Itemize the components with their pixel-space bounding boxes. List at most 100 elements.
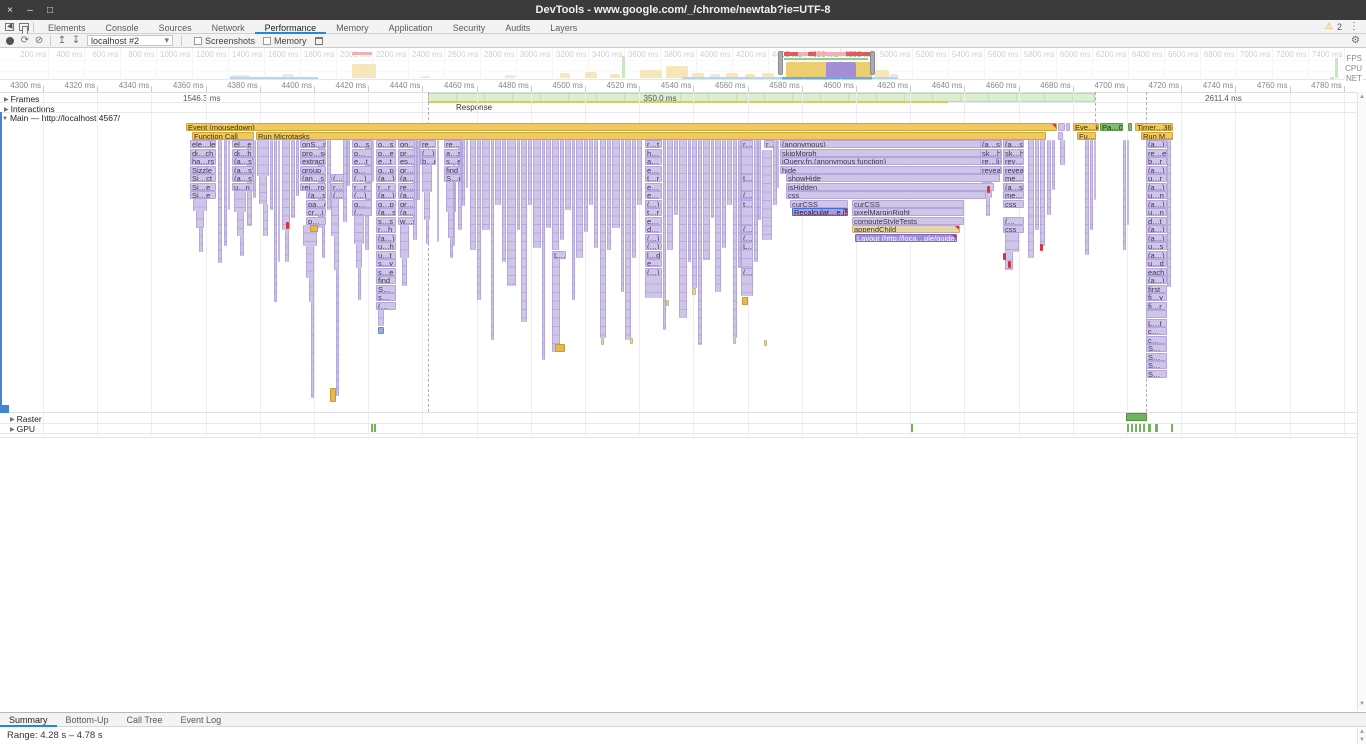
flame-column[interactable] [247, 140, 252, 226]
flame-column[interactable] [270, 140, 273, 210]
flame-column[interactable] [193, 199, 207, 211]
flame-bar[interactable]: (a…) [1146, 276, 1167, 284]
flame-column[interactable] [402, 258, 407, 286]
flame-bar[interactable]: b…e [420, 157, 436, 165]
flame-bar[interactable]: Run Microtasks [256, 132, 1046, 140]
track-frames[interactable]: ▶Frames [4, 94, 39, 104]
flame-column[interactable] [521, 140, 527, 322]
flame-bar[interactable]: b…r [1146, 157, 1167, 165]
flame-bar[interactable]: l…d [645, 251, 662, 259]
flame-column[interactable] [378, 310, 384, 326]
profile-select[interactable]: localhost #2 ▾ [87, 35, 173, 46]
flame-bar[interactable]: (anonymous) [780, 140, 1002, 148]
flame-column[interactable] [1040, 140, 1045, 246]
flame-bar[interactable]: on…s [398, 140, 415, 148]
flame-bar[interactable]: ha…rs [190, 157, 216, 165]
flame-bar[interactable]: g… [352, 200, 372, 208]
flame-column[interactable] [285, 230, 289, 262]
flame-bar[interactable]: (… [741, 225, 753, 233]
flame-column[interactable] [347, 140, 350, 186]
flame-bar[interactable] [1058, 123, 1065, 131]
flame-bar[interactable]: Si…e [190, 191, 216, 199]
flame-column[interactable] [565, 140, 571, 210]
flame-column[interactable] [1123, 140, 1126, 250]
flame-column[interactable] [1035, 140, 1039, 230]
flame-bar[interactable]: t…r [645, 174, 662, 182]
flame-bar[interactable]: t… [741, 200, 753, 208]
flame-column[interactable] [278, 140, 280, 262]
flame-bar[interactable]: fi…y [1146, 293, 1167, 301]
flame-column[interactable] [625, 140, 631, 340]
flame-bar[interactable]: t… [741, 174, 753, 182]
flame-column[interactable] [240, 236, 244, 256]
flame-bar[interactable]: (… [376, 302, 396, 310]
clear-button[interactable]: ⊘ [32, 35, 46, 47]
flame-bar[interactable]: g… [352, 166, 372, 174]
flame-column[interactable] [263, 204, 268, 236]
flame-bar[interactable]: Sizzle [190, 166, 216, 174]
flame-column[interactable] [1167, 140, 1171, 287]
memory-checkbox[interactable] [263, 37, 271, 45]
flame-bar[interactable]: (… [741, 191, 753, 199]
flame-column[interactable] [253, 140, 256, 198]
flame-bar[interactable]: me…n [1003, 191, 1024, 199]
flame-column[interactable] [1047, 140, 1051, 215]
details-tab-event-log[interactable]: Event Log [172, 712, 231, 727]
flame-bar[interactable]: pa…c [306, 200, 326, 208]
flame-column[interactable] [482, 140, 490, 230]
flame-bar[interactable]: e…t [352, 157, 372, 165]
flame-column[interactable] [502, 140, 506, 262]
flame-bar[interactable]: u…h [376, 242, 396, 250]
flame-column[interactable] [327, 140, 331, 210]
flame-bar[interactable]: S… [376, 285, 396, 293]
frame-bar[interactable] [428, 93, 1095, 102]
flame-bar[interactable]: di…ch [190, 149, 216, 157]
flame-column[interactable] [491, 140, 494, 340]
flame-column[interactable] [986, 198, 990, 216]
flame-column[interactable] [1085, 140, 1089, 255]
track-gpu[interactable]: ▶GPU [10, 424, 35, 434]
flame-bar[interactable]: (a…) [1146, 234, 1167, 242]
flame-bar[interactable]: S… [1146, 370, 1167, 378]
flame-bar[interactable] [1146, 310, 1167, 318]
tab-application[interactable]: Application [379, 20, 443, 34]
tab-console[interactable]: Console [96, 20, 149, 34]
flame-bar[interactable]: L… [552, 251, 566, 259]
flame-column[interactable] [309, 278, 314, 302]
flame-bar[interactable]: L… [741, 242, 753, 250]
flame-special-block[interactable] [742, 297, 748, 305]
flame-column[interactable] [426, 220, 429, 244]
flame-bar[interactable]: p…e [376, 149, 396, 157]
flame-column[interactable] [218, 140, 222, 263]
flame-column[interactable] [1090, 140, 1093, 230]
flame-column[interactable] [237, 212, 244, 236]
flame-bar[interactable]: s…e [444, 157, 461, 165]
track-raster[interactable]: ▶Raster [10, 414, 42, 424]
flame-column[interactable] [663, 140, 666, 330]
flame-column[interactable] [372, 140, 374, 182]
flame-column[interactable] [365, 140, 369, 250]
flame-bar[interactable]: gr…p [398, 200, 415, 208]
flame-bar[interactable]: u…r [1146, 174, 1167, 182]
flame-column[interactable] [336, 270, 339, 396]
flame-column[interactable] [334, 236, 339, 270]
summary-scroll-up[interactable]: ▲ [1358, 729, 1366, 735]
flame-column[interactable] [228, 140, 230, 210]
flame-column[interactable] [777, 140, 779, 188]
flame-column[interactable] [303, 225, 317, 246]
flame-bar[interactable]: pr…e [398, 149, 415, 157]
flame-column[interactable] [322, 140, 325, 258]
flame-column[interactable] [738, 140, 741, 268]
flame-column[interactable] [754, 140, 758, 262]
flame-column[interactable] [674, 140, 678, 215]
flame-column[interactable] [318, 140, 324, 228]
flame-bar[interactable]: u…n [1146, 208, 1167, 216]
selection-handle-right[interactable] [870, 51, 875, 75]
flame-bar[interactable]: s…y [376, 259, 396, 267]
flame-bar[interactable]: cr…i [306, 208, 326, 216]
flame-bar[interactable] [1066, 123, 1070, 131]
flame-bar[interactable]: re…e [1146, 149, 1167, 157]
flame-bar[interactable]: re…t [444, 140, 461, 148]
flame-bar[interactable]: re…li [980, 157, 1001, 165]
flame-bar[interactable]: re…nt [420, 140, 436, 148]
